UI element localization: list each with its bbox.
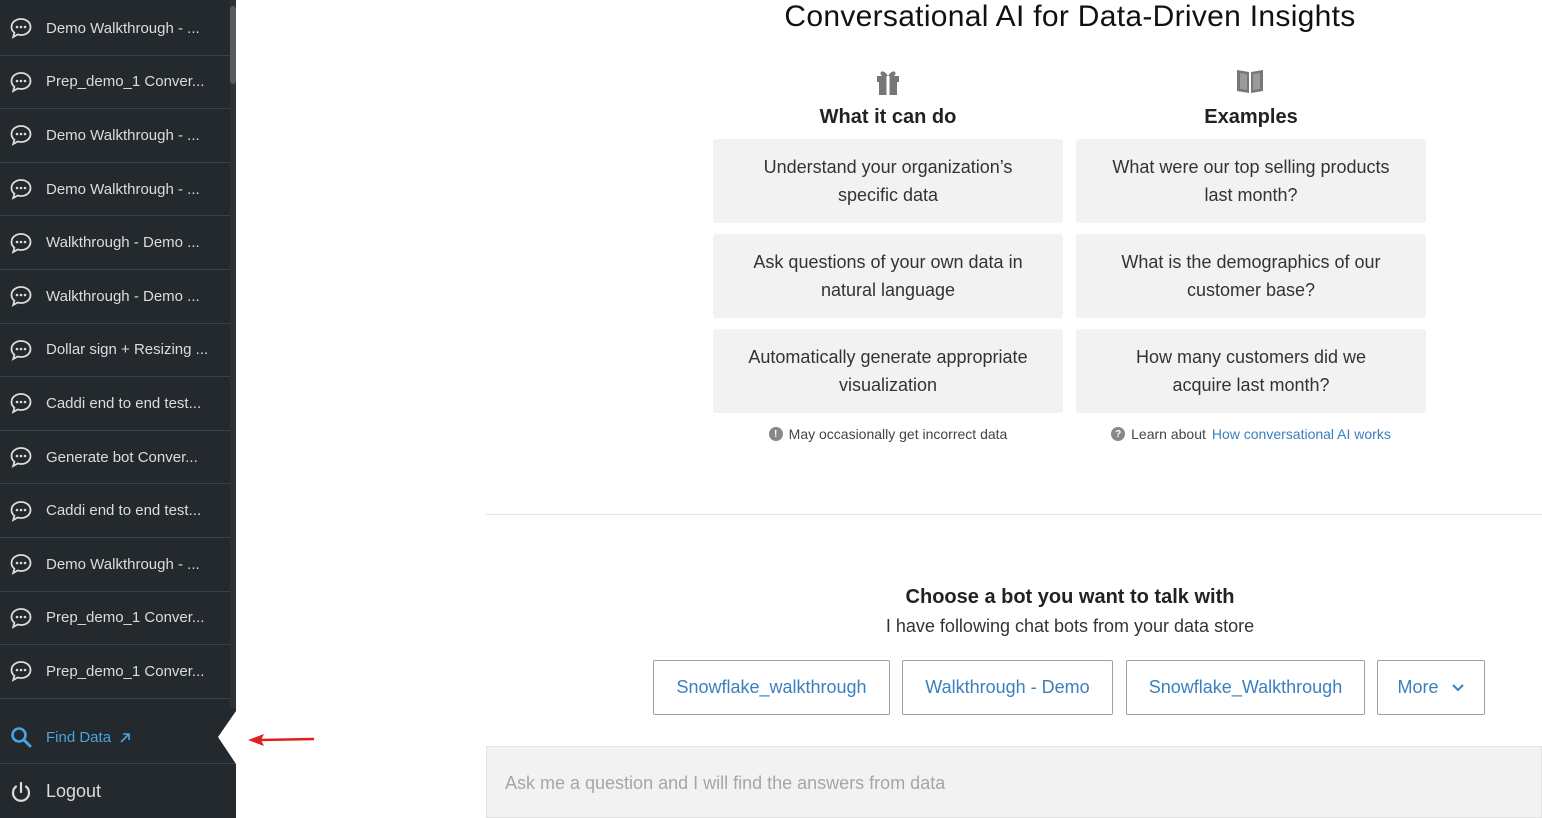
conversation-label: Caddi end to end test...: [46, 394, 202, 412]
chat-bubble-icon: [10, 607, 32, 629]
chat-bubble-icon: [10, 500, 32, 522]
capability-card: Automatically generate appropriate visua…: [713, 329, 1063, 413]
conversation-label: Caddi end to end test...: [46, 502, 202, 520]
conversation-label: Demo Walkthrough - ...: [46, 126, 200, 144]
capabilities-heading: What it can do: [819, 106, 957, 128]
sidebar: Demo Walkthrough - ... Prep_demo_1 Conver…: [0, 0, 236, 818]
conversation-item[interactable]: Prep_demo_1 Conver...: [0, 592, 230, 646]
conversation-item[interactable]: Walkthrough - Demo ...: [0, 216, 230, 270]
more-bots-button[interactable]: More: [1377, 660, 1485, 715]
more-label: More: [1397, 677, 1439, 697]
examples-heading: Examples: [1204, 106, 1298, 128]
example-card[interactable]: What is the demographics of our customer…: [1076, 234, 1426, 318]
chat-bubble-icon: [10, 393, 32, 415]
chat-bubble-icon: [10, 661, 32, 683]
find-data-label: Find Data: [46, 728, 112, 746]
chat-bubble-icon: [10, 71, 32, 93]
capability-card: Ask questions of your own data in natura…: [713, 234, 1063, 318]
examples-note: ? Learn about How conversational AI work…: [1076, 426, 1426, 442]
conversation-item[interactable]: Generate bot Conver...: [0, 431, 230, 485]
chat-bubble-icon: [10, 447, 32, 468]
power-icon: [11, 781, 31, 802]
conversation-item[interactable]: Dollar sign + Resizing ...: [0, 324, 230, 378]
example-card[interactable]: How many customers did we acquire last m…: [1076, 329, 1426, 413]
help-icon: ?: [1111, 427, 1126, 441]
capabilities-note: ! May occasionally get incorrect data: [713, 426, 1063, 442]
chat-bubble-icon: [10, 232, 32, 254]
conversation-item[interactable]: Prep_demo_1 Conver...: [0, 56, 230, 110]
search-icon: [11, 727, 32, 748]
sidebar-scrollbar-thumb[interactable]: [230, 6, 236, 84]
choose-bot-subtitle: I have following chat bots from your dat…: [885, 616, 1255, 636]
conversation-list: Demo Walkthrough - ... Prep_demo_1 Conver…: [0, 2, 230, 699]
question-input[interactable]: [505, 773, 1405, 794]
how-ai-works-link[interactable]: How conversational AI works: [1212, 426, 1391, 442]
section-divider: [486, 514, 1542, 515]
conversation-label: Prep_demo_1 Conver...: [46, 73, 205, 91]
conversation-item[interactable]: Demo Walkthrough - ...: [0, 2, 230, 56]
conversation-item[interactable]: Demo Walkthrough - ...: [0, 163, 230, 217]
red-arrow-annotation: [248, 734, 315, 746]
chat-bubble-icon: [10, 179, 32, 200]
logout-label: Logout: [46, 781, 102, 801]
conversation-item[interactable]: Demo Walkthrough - ...: [0, 109, 230, 163]
conversation-label: Demo Walkthrough - ...: [46, 19, 200, 37]
conversation-item[interactable]: Caddi end to end test...: [0, 484, 230, 538]
choose-bot-title: Choose a bot you want to talk with: [905, 586, 1235, 608]
conversation-label: Walkthrough - Demo ...: [46, 287, 200, 305]
conversation-label: Generate bot Conver...: [46, 448, 198, 466]
conversation-item[interactable]: Demo Walkthrough - ...: [0, 538, 230, 592]
active-notch: [218, 711, 236, 764]
conversation-label: Walkthrough - Demo ...: [46, 234, 200, 252]
chat-bubble-icon: [10, 554, 32, 576]
capabilities-note-text: May occasionally get incorrect data: [788, 426, 1008, 442]
chat-bubble-icon: [10, 125, 32, 147]
book-icon: [1237, 70, 1263, 93]
bot-button[interactable]: Walkthrough - Demo: [902, 660, 1113, 715]
page-title: Conversational AI for Data-Driven Insigh…: [784, 0, 1356, 33]
conversation-item[interactable]: Prep_demo_1 Conver...: [0, 645, 230, 699]
conversation-label: Prep_demo_1 Conver...: [46, 609, 205, 627]
chat-bubble-icon: [10, 339, 32, 361]
gift-icon: [877, 71, 899, 95]
logout-button[interactable]: Logout: [0, 765, 236, 818]
conversation-item[interactable]: Walkthrough - Demo ...: [0, 270, 230, 324]
chat-bubble-icon: [10, 18, 32, 40]
external-link-icon: [120, 733, 130, 743]
find-data-link[interactable]: Find Data: [0, 711, 236, 764]
sidebar-scrollbar-track[interactable]: [230, 0, 236, 708]
conversation-item[interactable]: Caddi end to end test...: [0, 377, 230, 431]
conversation-label: Prep_demo_1 Conver...: [46, 662, 205, 680]
bot-button[interactable]: Snowflake_walkthrough: [653, 660, 890, 715]
capability-card: Understand your organization’s specific …: [713, 139, 1063, 223]
question-box[interactable]: [486, 746, 1542, 818]
conversation-label: Dollar sign + Resizing ...: [46, 341, 209, 359]
chevron-down-icon: [1451, 683, 1464, 691]
example-card[interactable]: What were our top selling products last …: [1076, 139, 1426, 223]
chat-bubble-icon: [10, 286, 32, 308]
info-icon: !: [768, 427, 783, 441]
conversation-label: Demo Walkthrough - ...: [46, 555, 200, 573]
conversation-label: Demo Walkthrough - ...: [46, 180, 200, 198]
examples-note-prefix: Learn about: [1131, 426, 1206, 442]
bot-button[interactable]: Snowflake_Walkthrough: [1126, 660, 1365, 715]
